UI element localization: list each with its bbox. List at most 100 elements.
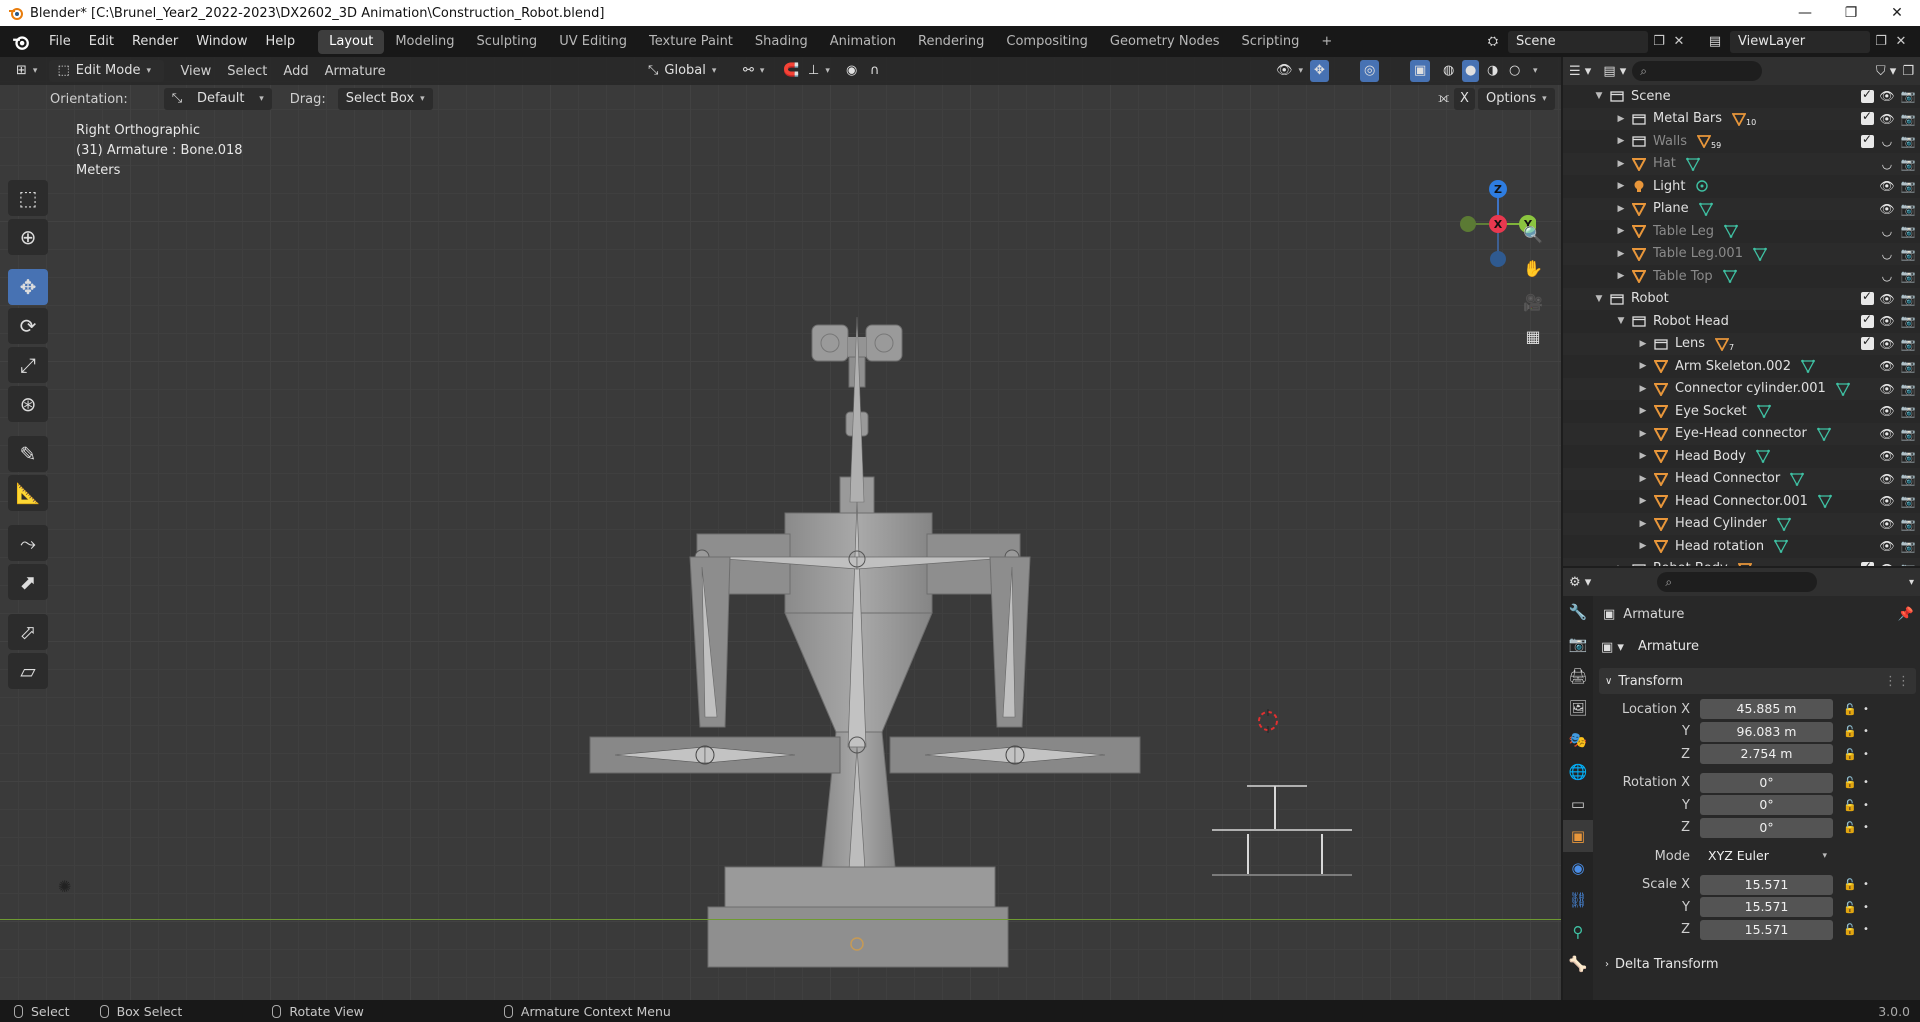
render-camera-icon[interactable]: 📷: [1900, 134, 1916, 148]
expand-arrow-right-icon[interactable]: ▶: [1615, 114, 1627, 124]
scale-tool-icon[interactable]: ⤢: [8, 347, 48, 383]
eye-icon[interactable]: 👁: [1879, 517, 1895, 531]
mode-dropdown[interactable]: ⬚ Edit Mode ▾: [49, 60, 165, 82]
expand-arrow-right-icon[interactable]: ▶: [1615, 249, 1627, 259]
eye-closed-icon[interactable]: ◡: [1879, 224, 1895, 238]
outliner-item-label[interactable]: Robot Head: [1653, 314, 1729, 329]
new-scene-icon[interactable]: ❐: [1648, 34, 1670, 49]
outliner-collection-row[interactable]: ▼ Scene 👁 📷: [1563, 85, 1920, 108]
mesh-data-icon[interactable]: [1835, 382, 1850, 396]
viewport-menu-add[interactable]: Add: [275, 64, 316, 79]
render-camera-icon[interactable]: 📷: [1900, 157, 1916, 171]
outliner-object-row[interactable]: ▶ Head rotation 👁 📷: [1563, 535, 1920, 558]
close-button[interactable]: ✕: [1874, 5, 1920, 21]
collection-tab-icon[interactable]: ▭: [1563, 788, 1593, 820]
render-camera-icon[interactable]: 📷: [1900, 112, 1916, 126]
eye-closed-icon[interactable]: ◡: [1879, 157, 1895, 171]
keyframe-dot-icon[interactable]: •: [1861, 777, 1871, 788]
outliner-collection-row[interactable]: ▼ Robot Head 👁 📷: [1563, 310, 1920, 333]
render-camera-icon[interactable]: 📷: [1900, 427, 1916, 441]
eye-icon[interactable]: 👁: [1879, 337, 1895, 351]
tool-tab-icon[interactable]: 🔧: [1563, 596, 1593, 628]
transform-tool-icon[interactable]: ⊛: [8, 386, 48, 422]
viewport-menu-view[interactable]: View: [172, 64, 219, 79]
outliner-item-label[interactable]: Light: [1653, 179, 1685, 194]
eye-icon[interactable]: 👁: [1879, 112, 1895, 126]
tab-animation[interactable]: Animation: [819, 30, 907, 54]
mesh-data-icon[interactable]: [1755, 449, 1770, 464]
outliner-object-row[interactable]: ▶ Head Body 👁 📷: [1563, 445, 1920, 468]
location-y-field[interactable]: 96.083 m: [1700, 721, 1833, 742]
render-camera-icon[interactable]: 📷: [1900, 449, 1916, 463]
editor-type-button[interactable]: ⊞ ▾: [8, 60, 45, 82]
expand-arrow-right-icon[interactable]: ▶: [1615, 204, 1627, 214]
render-camera-icon[interactable]: 📷: [1900, 202, 1916, 216]
outliner-item-label[interactable]: Head Body: [1675, 449, 1746, 464]
eye-closed-icon[interactable]: ◡: [1879, 134, 1895, 148]
visibility-button[interactable]: 👁 ▾: [1268, 60, 1311, 82]
world-tab-icon[interactable]: 🌐: [1563, 756, 1593, 788]
eye-icon[interactable]: 👁: [1879, 292, 1895, 306]
eye-icon[interactable]: 👁: [1879, 359, 1895, 373]
outliner-object-row[interactable]: ▶ Table Leg.001 ◡ 📷: [1563, 242, 1920, 265]
chevron-down-icon[interactable]: ▾: [1909, 577, 1914, 588]
expand-arrow-right-icon[interactable]: ▶: [1637, 541, 1649, 551]
mesh-data-icon[interactable]: [1724, 224, 1739, 239]
eye-icon[interactable]: 👁: [1879, 382, 1895, 396]
blender-menu-icon[interactable]: [10, 31, 32, 53]
render-camera-icon[interactable]: 📷: [1900, 404, 1916, 418]
outliner-collection-row[interactable]: ▼ Robot 👁 📷: [1563, 287, 1920, 310]
eye-icon[interactable]: 👁: [1879, 179, 1895, 193]
annotate-tool-icon[interactable]: ✎: [8, 436, 48, 472]
exclude-checkbox[interactable]: [1861, 132, 1874, 148]
shear-tool-icon[interactable]: ▱: [8, 653, 48, 689]
outliner-item-label[interactable]: Head Connector: [1675, 471, 1780, 486]
light-object-icon[interactable]: ✺: [58, 877, 71, 896]
eye-closed-icon[interactable]: ◡: [1879, 269, 1895, 283]
eye-icon[interactable]: 👁: [1879, 539, 1895, 553]
orientation-dropdown[interactable]: ⤡ Default ▾: [163, 88, 272, 110]
expand-arrow-right-icon[interactable]: ▶: [1637, 451, 1649, 461]
options-dropdown[interactable]: Options ▾: [1478, 88, 1555, 110]
pin-icon[interactable]: 📌: [1898, 607, 1914, 622]
pivot-point-button[interactable]: ⚯ ▾: [735, 60, 772, 82]
eye-icon[interactable]: 👁: [1879, 562, 1895, 566]
exclude-checkbox[interactable]: [1861, 312, 1874, 328]
table-object[interactable]: [1212, 784, 1362, 884]
eye-icon[interactable]: 👁: [1879, 314, 1895, 328]
outliner-search-input[interactable]: ⌕: [1632, 61, 1763, 81]
exclude-checkbox[interactable]: [1861, 87, 1874, 103]
keyframe-dot-icon[interactable]: •: [1861, 879, 1871, 890]
expand-arrow-right-icon[interactable]: ▶: [1637, 429, 1649, 439]
snap-target-button[interactable]: ⊥ ▾: [800, 60, 838, 82]
3d-cursor-icon[interactable]: [1256, 709, 1280, 733]
child-mesh-icon[interactable]: 59: [1697, 133, 1721, 150]
tab-geometry-nodes[interactable]: Geometry Nodes: [1099, 30, 1231, 54]
exclude-checkbox[interactable]: [1861, 289, 1874, 306]
outliner-item-label[interactable]: Head rotation: [1675, 539, 1764, 554]
outliner-item-label[interactable]: Table Top: [1653, 269, 1713, 284]
outliner-object-row[interactable]: ▶ Head Connector 👁 📷: [1563, 467, 1920, 490]
delete-view-layer-icon[interactable]: ✕: [1892, 34, 1910, 49]
render-camera-icon[interactable]: 📷: [1900, 314, 1916, 328]
editor-type-icon[interactable]: ☰ ▾: [1569, 64, 1591, 79]
outliner-item-label[interactable]: Table Leg: [1653, 224, 1714, 239]
outliner-item-label[interactable]: Arm Skeleton.002: [1675, 359, 1791, 374]
render-camera-icon[interactable]: 📷: [1900, 247, 1916, 261]
eye-icon[interactable]: 👁: [1879, 404, 1895, 418]
cursor-tool-icon[interactable]: ⊕: [8, 219, 48, 255]
keyframe-dot-icon[interactable]: •: [1861, 800, 1871, 811]
falloff-button[interactable]: ∩: [862, 60, 888, 82]
tab-sculpting[interactable]: Sculpting: [465, 30, 548, 54]
outliner-item-label[interactable]: Scene: [1631, 89, 1671, 104]
xray-toggle[interactable]: ▣: [1410, 60, 1431, 82]
maximize-button[interactable]: ❐: [1828, 5, 1874, 21]
render-camera-icon[interactable]: 📷: [1900, 472, 1916, 486]
menu-file[interactable]: File: [40, 30, 80, 54]
ortho-grid-icon[interactable]: ▦: [1518, 321, 1548, 351]
scale-z-field[interactable]: 15.571: [1700, 919, 1833, 940]
outliner-item-label[interactable]: Robot Body: [1653, 561, 1728, 566]
view-layer-tab-icon[interactable]: 🖼: [1563, 692, 1593, 724]
render-camera-icon[interactable]: 📷: [1900, 292, 1916, 306]
exclude-checkbox[interactable]: [1861, 334, 1874, 351]
